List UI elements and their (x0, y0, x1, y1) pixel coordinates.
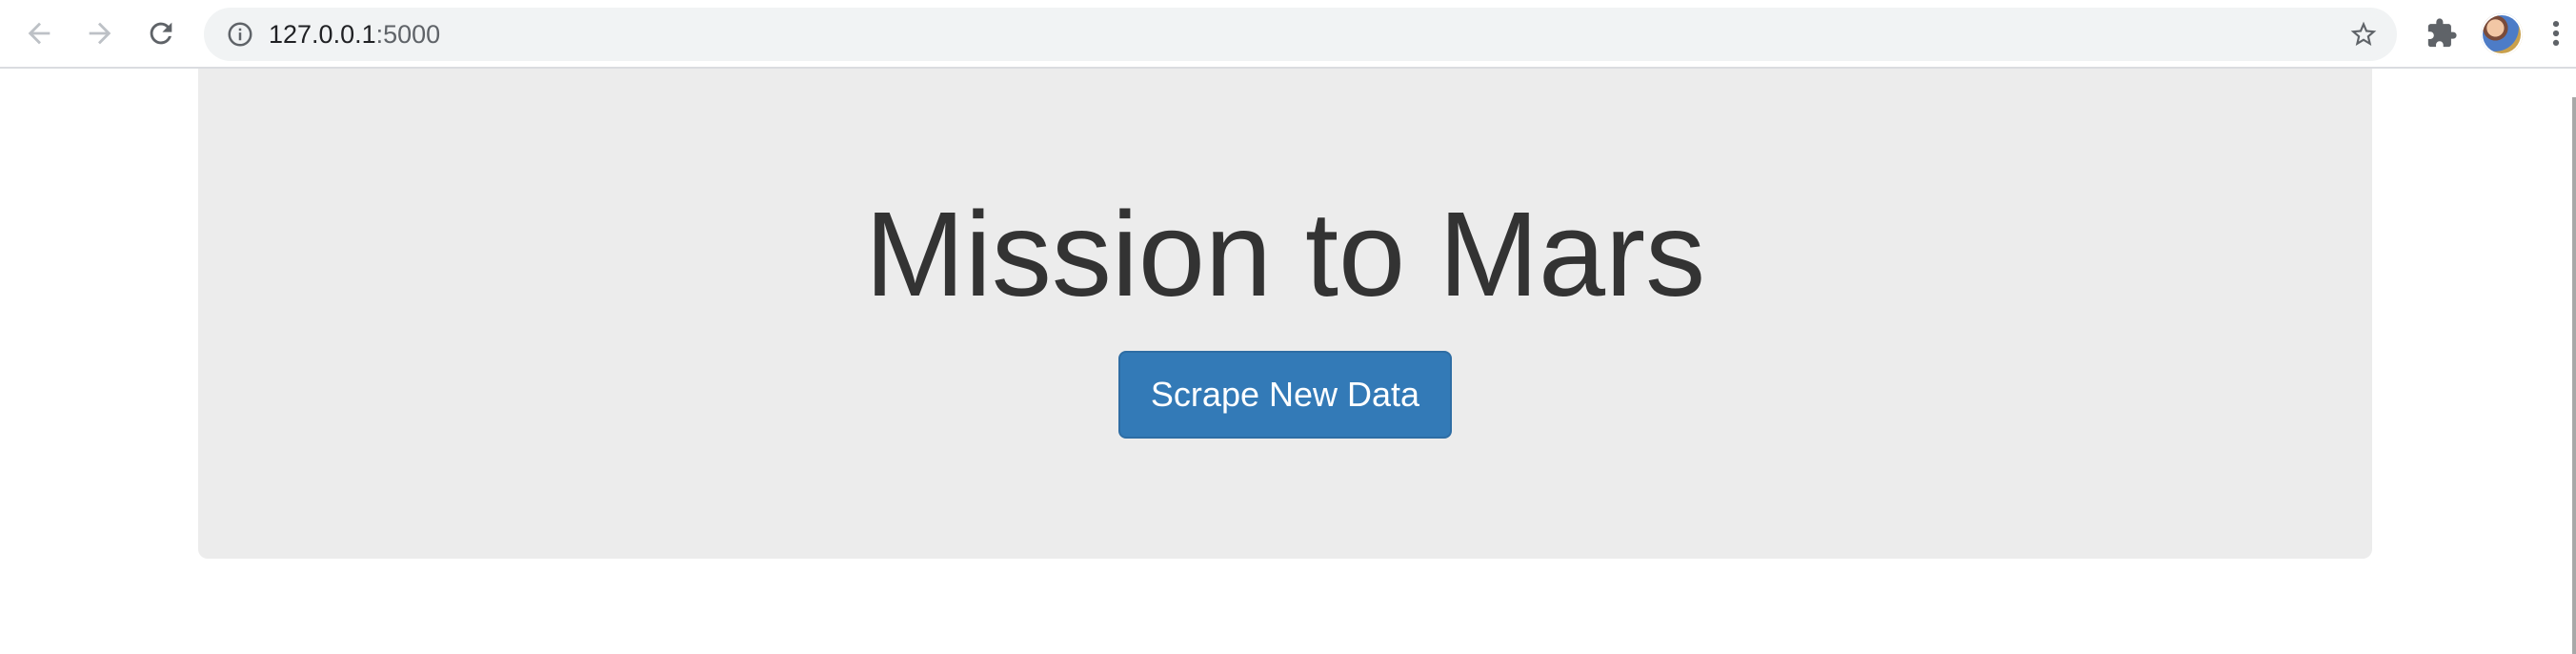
address-bar[interactable]: 127.0.0.1:5000 (204, 8, 2397, 61)
kebab-menu-icon (2552, 20, 2560, 47)
reload-button[interactable] (139, 11, 183, 55)
site-info-button[interactable] (223, 17, 257, 51)
jumbotron: Mission to Mars Scrape New Data (198, 69, 2372, 559)
scrollbar-thumb[interactable] (2572, 97, 2576, 654)
page-title: Mission to Mars (864, 187, 1706, 321)
puzzle-icon (2427, 18, 2457, 48)
arrow-back-icon (28, 22, 50, 45)
forward-button[interactable] (78, 11, 122, 55)
browser-menu-button[interactable] (2542, 11, 2570, 55)
profile-avatar[interactable] (2481, 13, 2523, 55)
info-icon (228, 22, 252, 47)
page-scrollbar[interactable] (2568, 69, 2576, 654)
extensions-button[interactable] (2420, 11, 2464, 55)
reload-icon (150, 22, 172, 45)
browser-toolbar: 127.0.0.1:5000 (0, 0, 2576, 69)
scrape-new-data-button[interactable]: Scrape New Data (1118, 351, 1452, 439)
bookmark-button[interactable] (2345, 16, 2382, 52)
page-viewport: Mission to Mars Scrape New Data (0, 69, 2576, 654)
star-icon (2350, 21, 2377, 46)
url-host: 127.0.0.1 (269, 20, 376, 49)
arrow-forward-icon (89, 22, 111, 45)
back-button[interactable] (17, 11, 61, 55)
url-text[interactable]: 127.0.0.1:5000 (269, 8, 440, 61)
url-port: :5000 (375, 20, 441, 49)
